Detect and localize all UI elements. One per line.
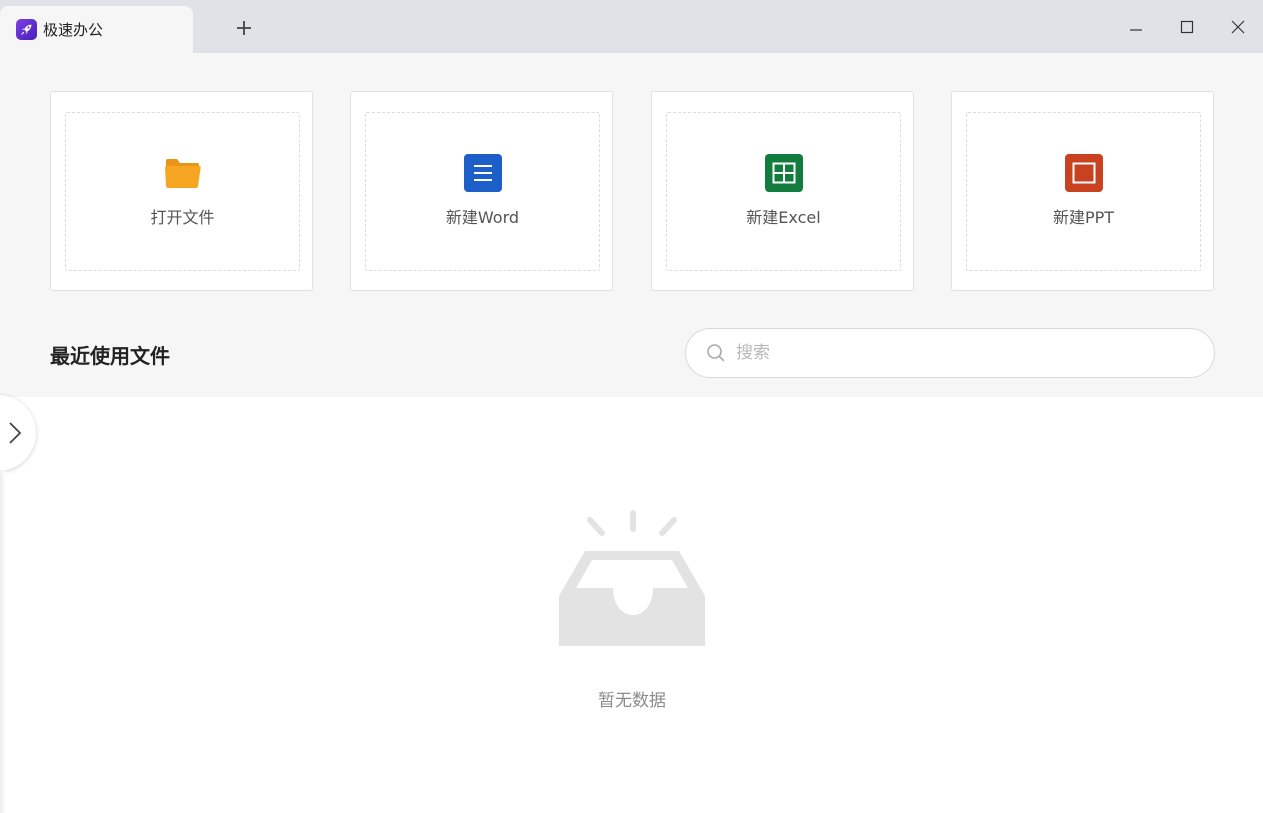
card-dropzone: 新建PPT	[966, 112, 1201, 271]
empty-state-text: 暂无数据	[598, 691, 666, 711]
search-input[interactable]	[736, 343, 1206, 363]
sidebar-edge	[0, 471, 6, 813]
tab-home[interactable]: 极速办公	[0, 6, 193, 53]
tab-title: 极速办公	[43, 21, 104, 39]
maximize-button[interactable]	[1174, 14, 1200, 40]
search-icon	[707, 344, 725, 362]
ppt-slide-icon	[1064, 154, 1103, 192]
new-ppt-card[interactable]: 新建PPT	[951, 91, 1214, 291]
folder-icon	[164, 154, 202, 192]
open-file-label: 打开文件	[150, 208, 215, 227]
card-dropzone: 打开文件	[65, 112, 300, 271]
recent-files-title: 最近使用文件	[50, 344, 170, 368]
close-icon	[1231, 20, 1245, 34]
new-excel-label: 新建Excel	[746, 208, 821, 227]
new-tab-button[interactable]	[232, 16, 256, 40]
plus-icon	[237, 21, 251, 35]
card-dropzone: 新建Excel	[666, 112, 901, 271]
rocket-icon	[16, 19, 37, 40]
maximize-icon	[1180, 20, 1194, 34]
new-excel-card[interactable]: 新建Excel	[651, 91, 914, 291]
card-dropzone: 新建Word	[365, 112, 600, 271]
chevron-right-icon	[9, 422, 22, 444]
open-file-card[interactable]: 打开文件	[50, 91, 313, 291]
title-bar: 极速办公	[0, 0, 1263, 53]
sidebar-toggle-button[interactable]	[0, 395, 36, 471]
close-window-button[interactable]	[1225, 14, 1251, 40]
quick-actions-area: 打开文件 新建Word 新建Excel 新建PPT 最近使用文件 搜索	[0, 53, 1263, 397]
new-word-card[interactable]: 新建Word	[350, 91, 613, 291]
excel-sheet-icon	[764, 154, 803, 192]
minimize-icon	[1130, 29, 1142, 31]
word-doc-icon	[463, 154, 502, 192]
new-ppt-label: 新建PPT	[1052, 208, 1115, 227]
empty-inbox-icon	[557, 508, 707, 648]
minimize-button[interactable]	[1123, 14, 1149, 40]
new-word-label: 新建Word	[445, 208, 520, 227]
search-box[interactable]	[685, 328, 1215, 378]
